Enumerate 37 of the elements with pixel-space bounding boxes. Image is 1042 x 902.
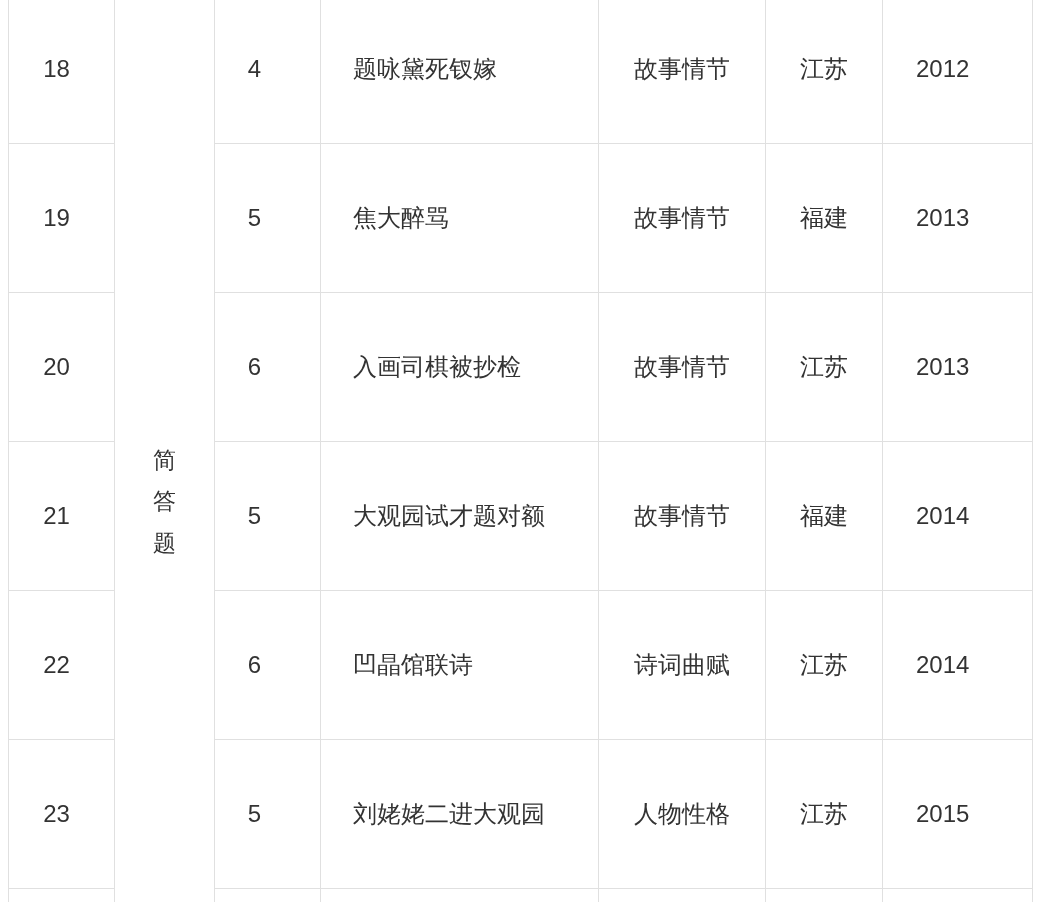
table-cell: 20: [43, 353, 70, 380]
table-cell: 2012: [916, 55, 970, 82]
table-cell: 江苏: [800, 651, 848, 678]
table-cell: 题咏黛死钗嫁: [353, 55, 497, 82]
table-cell: 凹晶馆联诗: [353, 651, 473, 678]
table-cell: 2014: [916, 502, 970, 529]
table-cell: 2014: [916, 651, 970, 678]
table-cell: 4: [247, 55, 262, 82]
table-cell-text: 简答题: [153, 446, 176, 558]
table-cell: 19: [43, 204, 70, 231]
table-cell: 刘姥姥二进大观园: [353, 800, 545, 827]
table-cell: 22: [43, 651, 70, 678]
table-cell: 江苏: [800, 800, 848, 827]
table-cell: 入画司棋被抄检: [353, 353, 521, 380]
table-cell: 2013: [916, 353, 970, 380]
table-cell: 2013: [916, 204, 970, 231]
table-cell: 人物性格: [634, 800, 730, 827]
table-cell: 江苏: [800, 55, 848, 82]
table-cell: 6: [247, 353, 262, 380]
table-cell: 福建: [800, 204, 848, 231]
table-cell: 23: [43, 800, 70, 827]
table-cell: 5: [247, 204, 262, 231]
table-cell: 焦大醉骂: [353, 204, 449, 231]
table-cell: 2015: [916, 800, 970, 827]
table-cell: 诗词曲赋: [634, 651, 730, 678]
table-cell: 5: [247, 502, 262, 529]
table-cell: 18: [43, 55, 70, 82]
table-cell: 福建: [800, 502, 848, 529]
table-cell: 故事情节: [634, 353, 730, 380]
table-cell: 故事情节: [634, 55, 730, 82]
table-cell: 江苏: [800, 353, 848, 380]
table-cell: 5: [247, 800, 262, 827]
table-cell: 大观园试才题对额: [353, 502, 545, 529]
table-cell: 6: [247, 651, 262, 678]
table-cell: 故事情节: [634, 204, 730, 231]
table-cell: 21: [43, 502, 70, 529]
table-cell: 故事情节: [634, 502, 730, 529]
